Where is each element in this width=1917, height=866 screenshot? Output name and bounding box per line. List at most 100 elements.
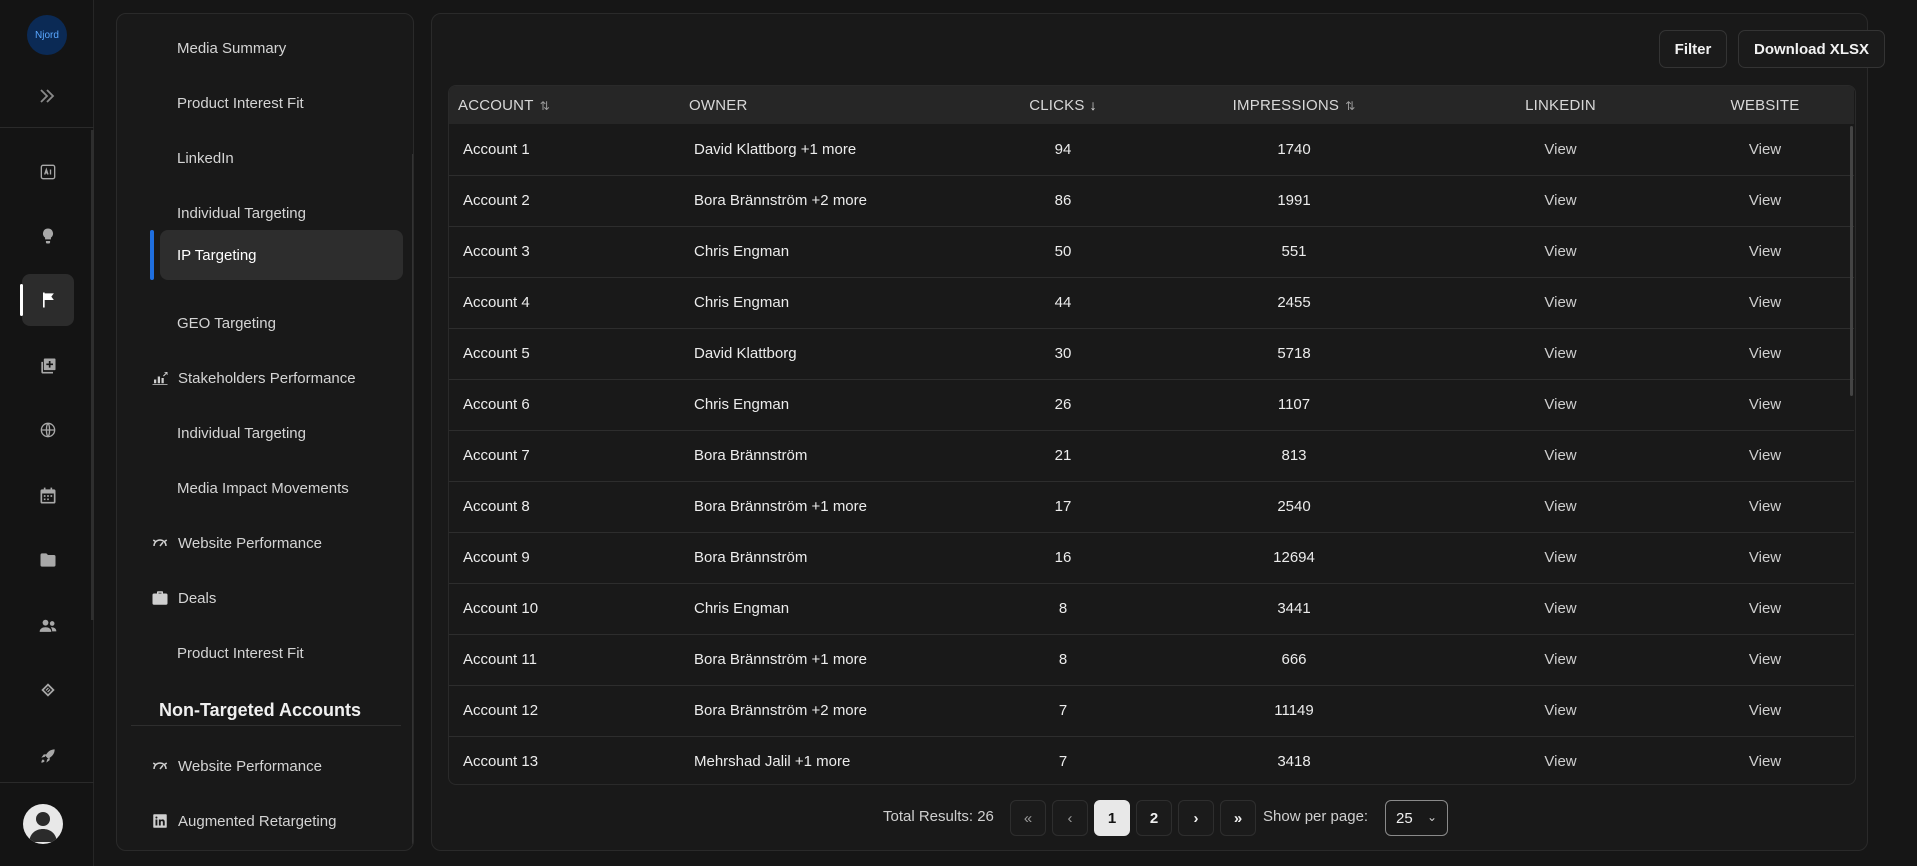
- cell-owner: Bora Brännström +1 more: [694, 651, 867, 668]
- table-row[interactable]: Account 1 David Klattborg +1 more 94 1740 Vi…: [449, 124, 1854, 175]
- njord-logo[interactable]: Njord: [27, 15, 67, 55]
- website-view-link[interactable]: View: [1676, 634, 1854, 685]
- nav-stakeholders-performance[interactable]: Stakeholders Performance: [133, 353, 391, 403]
- linkedin-view-link[interactable]: View: [1445, 736, 1676, 784]
- download-xlsx-button[interactable]: Download XLSX: [1738, 30, 1885, 68]
- page-button-2[interactable]: 2: [1136, 800, 1172, 836]
- table-row[interactable]: Account 12 Bora Brännström +2 more 7 11149 V…: [449, 685, 1854, 736]
- cell-impressions: 1991: [1277, 192, 1311, 209]
- table-row[interactable]: Account 10 Chris Engman 8 3441 View View: [449, 583, 1854, 634]
- sort-descending-icon[interactable]: ↓: [1090, 97, 1097, 113]
- nav-augmented-retargeting[interactable]: Augmented Retargeting: [133, 796, 391, 846]
- website-gauge-icon: [152, 539, 168, 547]
- website-view-link[interactable]: View: [1676, 226, 1854, 277]
- linkedin-view-link[interactable]: View: [1445, 328, 1676, 379]
- table-row[interactable]: Account 4 Chris Engman 44 2455 View View: [449, 277, 1854, 328]
- nav-individual-targeting-2[interactable]: Individual Targeting: [133, 408, 391, 458]
- lightbulb-icon[interactable]: [22, 210, 74, 262]
- page-button-1[interactable]: 1: [1094, 800, 1130, 836]
- rail-divider-bottom: [0, 782, 94, 783]
- flag-icon[interactable]: [20, 274, 74, 326]
- website-view-link[interactable]: View: [1676, 124, 1854, 175]
- ai-report-icon[interactable]: [22, 146, 74, 198]
- globe-icon[interactable]: [22, 404, 74, 456]
- pagination: Total Results: 26 « ‹ 1 2 › » Show per p…: [432, 800, 1869, 836]
- website-view-link[interactable]: View: [1676, 481, 1854, 532]
- cell-impressions: 813: [1281, 447, 1307, 464]
- linkedin-view-link[interactable]: View: [1445, 277, 1676, 328]
- add-copy-icon[interactable]: [22, 340, 74, 392]
- linkedin-view-link[interactable]: View: [1445, 634, 1676, 685]
- sort-icon[interactable]: ⇅: [540, 99, 550, 113]
- linkedin-view-link[interactable]: View: [1445, 430, 1676, 481]
- nav-website-performance[interactable]: Website Performance: [133, 518, 391, 568]
- folder-icon[interactable]: [22, 534, 74, 586]
- website-view-link[interactable]: View: [1676, 430, 1854, 481]
- linkedin-view-link[interactable]: View: [1445, 226, 1676, 277]
- nav-product-interest-fit[interactable]: Product Interest Fit: [133, 78, 391, 128]
- nav-deals[interactable]: Deals: [133, 573, 391, 623]
- table-scrollbar[interactable]: [1850, 126, 1853, 396]
- nav-ip-targeting[interactable]: IP Targeting: [160, 230, 403, 280]
- website-view-link[interactable]: View: [1676, 736, 1854, 784]
- website-view-link[interactable]: View: [1676, 277, 1854, 328]
- website-view-link[interactable]: View: [1676, 685, 1854, 736]
- filter-button[interactable]: Filter: [1659, 30, 1727, 68]
- header-account[interactable]: ACCOUNT ⇅: [449, 86, 680, 124]
- nav-linkedin[interactable]: LinkedIn: [133, 133, 391, 183]
- table-row[interactable]: Account 13 Mehrshad Jalil +1 more 7 3418 Vie…: [449, 736, 1854, 784]
- accounts-table: ACCOUNT ⇅ OWNER CLICKS ↓ IMPRESSIONS ⇅ LINK…: [449, 86, 1854, 784]
- website-view-link[interactable]: View: [1676, 328, 1854, 379]
- per-page-select[interactable]: 25 ⌄: [1385, 800, 1448, 836]
- table-row[interactable]: Account 6 Chris Engman 26 1107 View View: [449, 379, 1854, 430]
- header-clicks[interactable]: CLICKS ↓: [983, 86, 1143, 124]
- chevron-down-icon: ⌄: [1426, 810, 1437, 824]
- linkedin-view-link[interactable]: View: [1445, 532, 1676, 583]
- cell-clicks: 8: [1058, 651, 1068, 668]
- user-avatar[interactable]: [23, 804, 63, 844]
- expand-sidebar-icon[interactable]: [35, 84, 59, 108]
- table-row[interactable]: Account 7 Bora Brännström 21 813 View View: [449, 430, 1854, 481]
- website-view-link[interactable]: View: [1676, 175, 1854, 226]
- table-row[interactable]: Account 11 Bora Brännström +1 more 8 666 Vie…: [449, 634, 1854, 685]
- header-impressions[interactable]: IMPRESSIONS ⇅: [1143, 86, 1445, 124]
- table-row[interactable]: Account 3 Chris Engman 50 551 View View: [449, 226, 1854, 277]
- cell-impressions: 551: [1281, 243, 1307, 260]
- nav-label: Media Impact Movements: [177, 479, 349, 497]
- linkedin-view-link[interactable]: View: [1445, 481, 1676, 532]
- rocket-icon[interactable]: [22, 730, 74, 782]
- cell-clicks: 50: [1054, 243, 1072, 260]
- nav-media-summary[interactable]: Media Summary: [133, 23, 391, 73]
- section-title-non-targeted: Non-Targeted Accounts: [159, 700, 362, 720]
- nav-media-impact-movements[interactable]: Media Impact Movements: [133, 463, 391, 513]
- rail-scrollbar[interactable]: [91, 130, 94, 620]
- linkedin-view-link[interactable]: View: [1445, 124, 1676, 175]
- calendar-icon[interactable]: [22, 470, 74, 522]
- website-view-link[interactable]: View: [1676, 379, 1854, 430]
- table-row[interactable]: Account 5 David Klattborg 30 5718 View View: [449, 328, 1854, 379]
- website-view-link[interactable]: View: [1676, 532, 1854, 583]
- table-row[interactable]: Account 8 Bora Brännström +1 more 17 2540 Vi…: [449, 481, 1854, 532]
- linkedin-view-link[interactable]: View: [1445, 583, 1676, 634]
- last-page-icon[interactable]: »: [1220, 800, 1256, 836]
- linkedin-icon: [153, 814, 167, 828]
- per-page-value: 25: [1396, 809, 1413, 827]
- next-page-icon[interactable]: ›: [1178, 800, 1214, 836]
- linkedin-view-link[interactable]: View: [1445, 379, 1676, 430]
- handshake-icon[interactable]: [22, 664, 74, 716]
- sort-icon[interactable]: ⇅: [1345, 99, 1355, 113]
- prev-page-icon[interactable]: ‹: [1052, 800, 1088, 836]
- cell-impressions: 5718: [1277, 345, 1311, 362]
- table-row[interactable]: Account 2 Bora Brännström +2 more 86 1991 Vi…: [449, 175, 1854, 226]
- linkedin-view-link[interactable]: View: [1445, 175, 1676, 226]
- subnav-scrollbar[interactable]: [412, 154, 413, 844]
- first-page-icon[interactable]: «: [1010, 800, 1046, 836]
- nav-website-performance-non-targeted[interactable]: Website Performance: [133, 741, 391, 791]
- nav-product-interest-fit-2[interactable]: Product Interest Fit: [133, 628, 391, 678]
- linkedin-view-link[interactable]: View: [1445, 685, 1676, 736]
- table-row[interactable]: Account 9 Bora Brännström 16 12694 View View: [449, 532, 1854, 583]
- users-icon[interactable]: [22, 600, 74, 652]
- website-view-link[interactable]: View: [1676, 583, 1854, 634]
- nav-label: Augmented Retargeting: [178, 812, 337, 830]
- nav-geo-targeting[interactable]: GEO Targeting: [133, 298, 391, 348]
